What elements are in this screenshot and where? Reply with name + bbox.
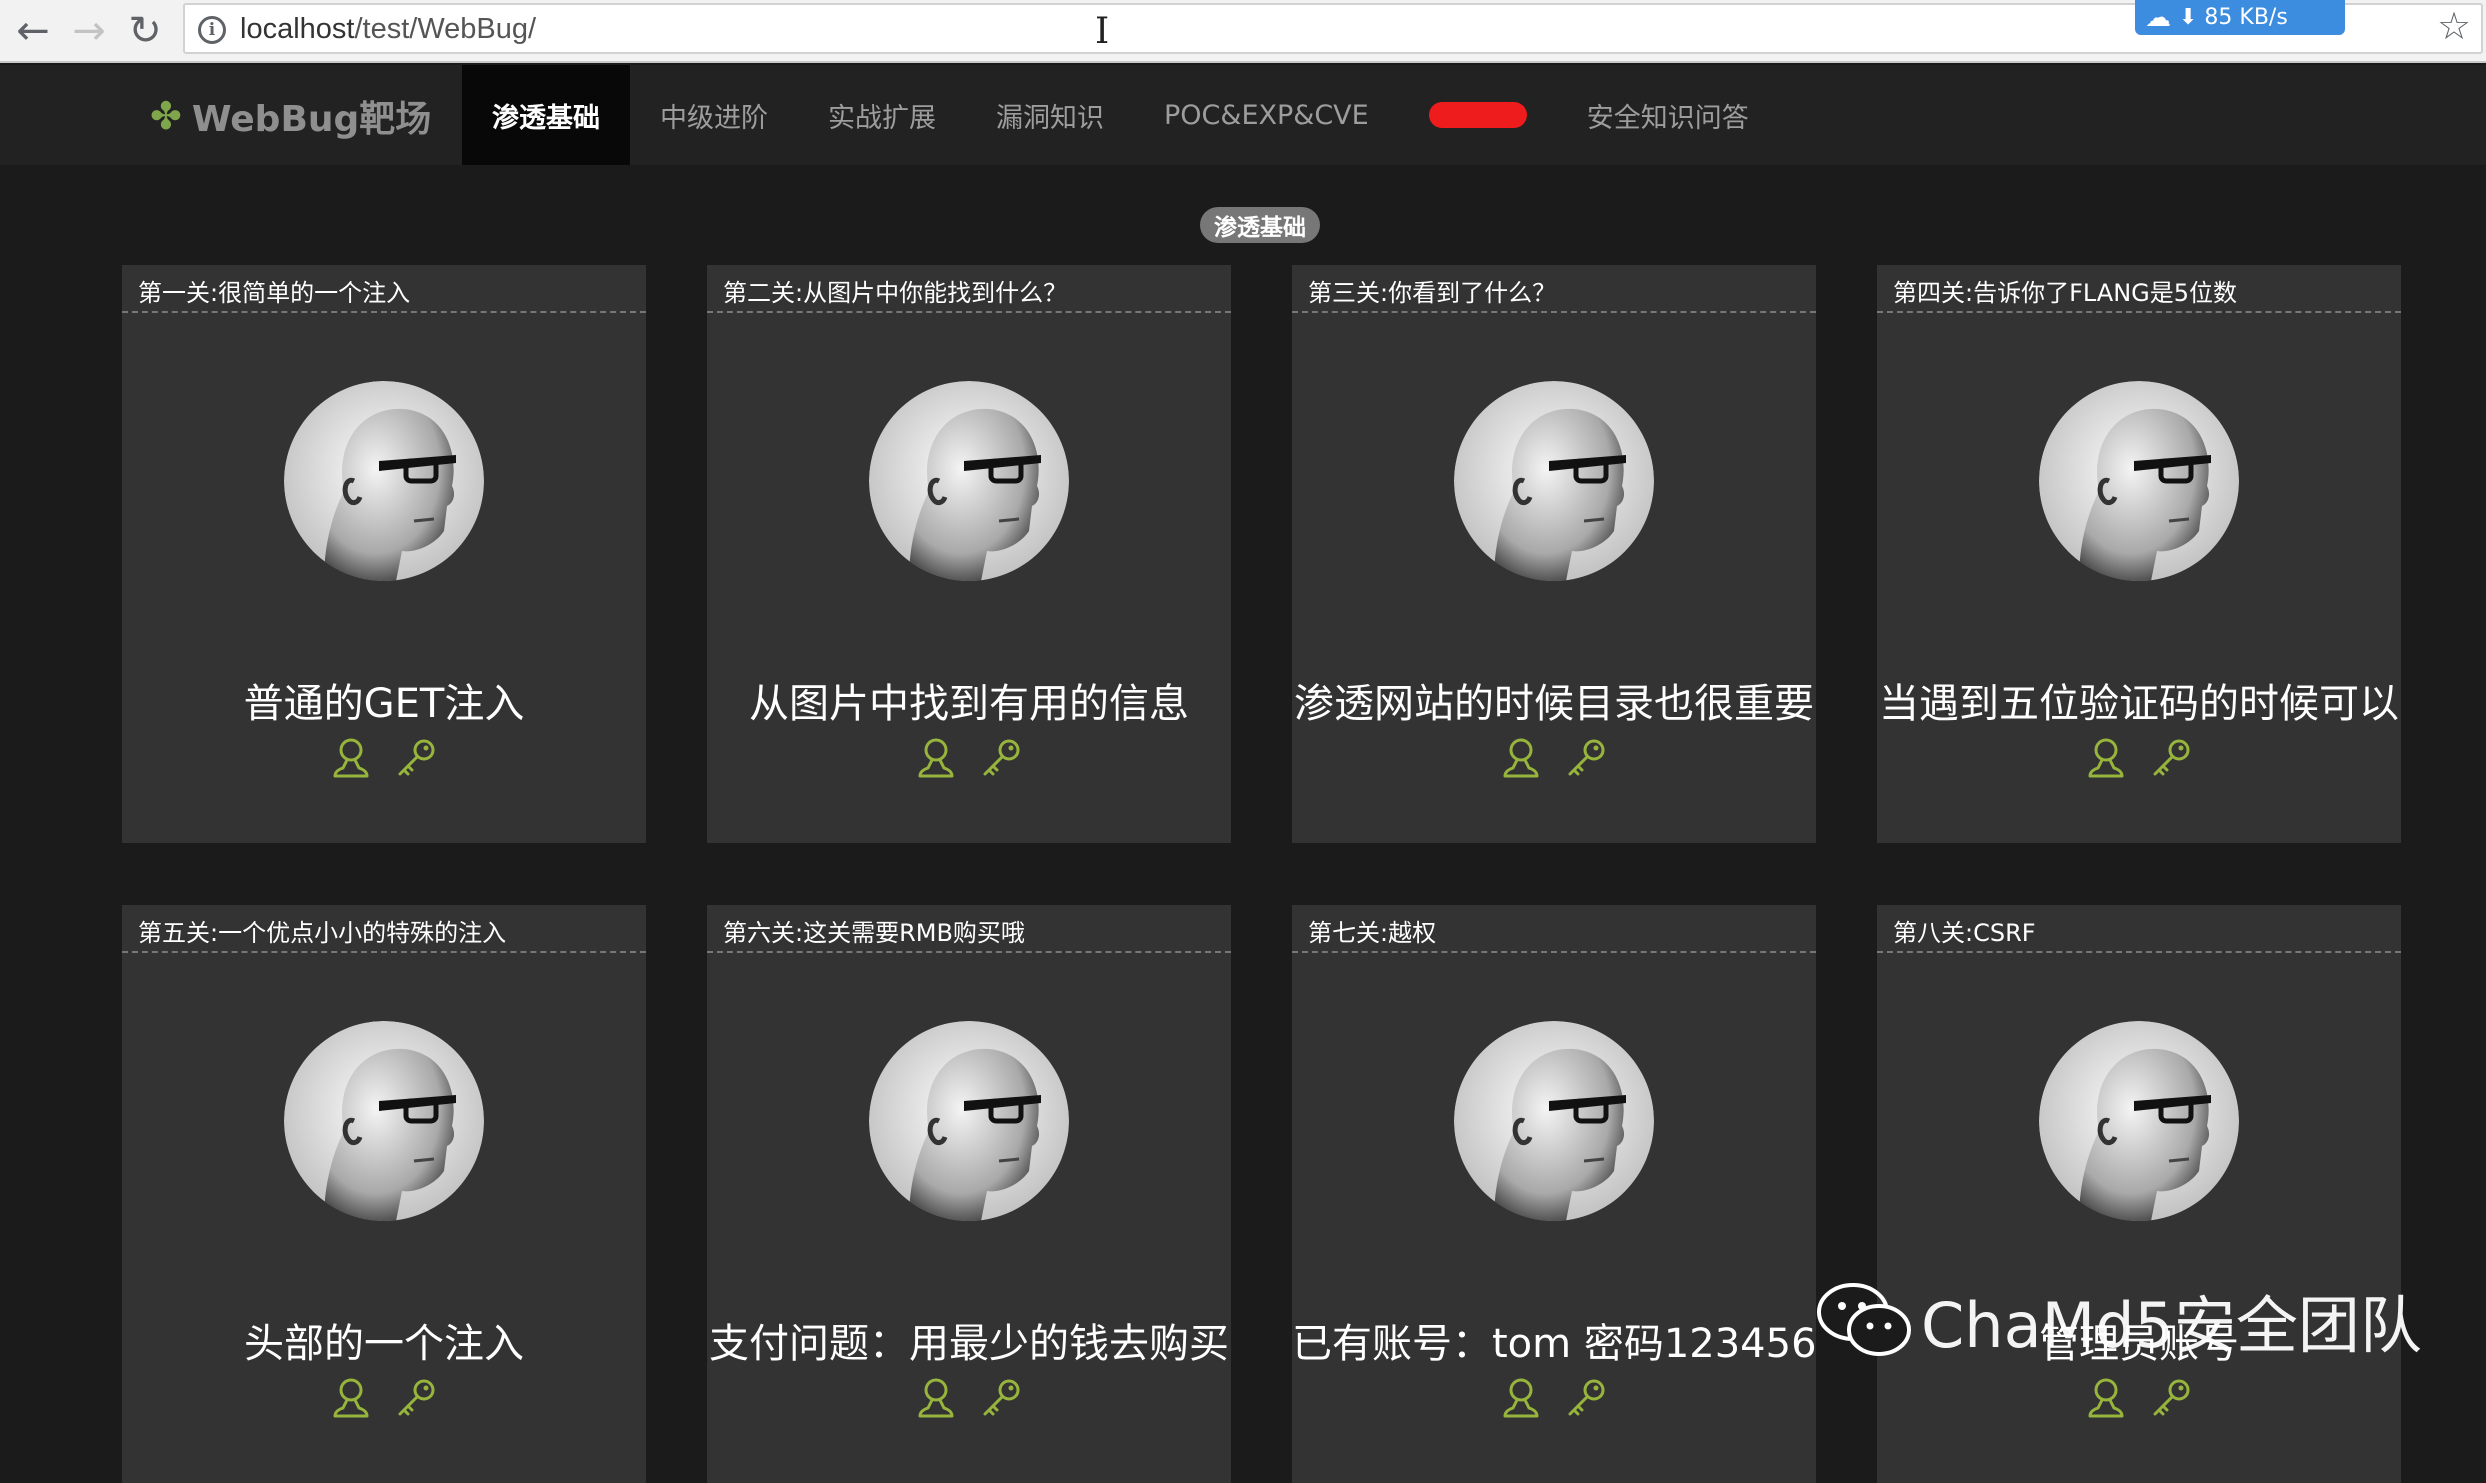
avatar xyxy=(284,1021,484,1221)
wechat-icon xyxy=(1817,1283,1911,1356)
user-icon[interactable] xyxy=(332,1378,370,1418)
card-header: 第八关:CSRF xyxy=(1877,905,2401,953)
site-navbar: ✤ WebBug靶场 渗透基础 中级进阶 实战扩展 漏洞知识 POC&EXP&C… xyxy=(0,65,2486,165)
key-icon[interactable] xyxy=(2151,1378,2191,1418)
user-icon[interactable] xyxy=(2087,738,2125,778)
level-card[interactable]: 第七关:越权 已有账号：tom 密码123456 xyxy=(1292,905,1816,1483)
watermark: ChaMd5安全团队 xyxy=(1815,1275,2422,1365)
card-header: 第一关:很简单的一个注入 xyxy=(122,265,646,313)
card-actions xyxy=(1292,1378,1816,1418)
download-speed: ⬇ 85 KB/s xyxy=(2179,5,2288,30)
forward-arrow-icon[interactable]: → xyxy=(64,6,114,56)
bug-logo-icon: ✤ xyxy=(150,94,182,138)
card-title[interactable]: 头部的一个注入 xyxy=(122,1311,646,1369)
avatar xyxy=(869,1021,1069,1221)
card-title[interactable]: 当遇到五位验证码的时候可以 xyxy=(1877,671,2401,729)
avatar xyxy=(2039,1021,2239,1221)
card-actions xyxy=(122,1378,646,1418)
info-icon[interactable]: i xyxy=(198,16,226,44)
key-icon[interactable] xyxy=(981,738,1021,778)
card-title[interactable]: 渗透网站的时候目录也很重要 xyxy=(1292,671,1816,729)
avatar xyxy=(869,381,1069,581)
card-header: 第七关:越权 xyxy=(1292,905,1816,953)
watermark-text: ChaMd5安全团队 xyxy=(1921,1289,2422,1362)
url-text[interactable]: localhost/test/WebBug/ xyxy=(240,13,536,46)
avatar xyxy=(2039,381,2239,581)
card-header: 第三关:你看到了什么？ xyxy=(1292,265,1816,313)
card-actions xyxy=(1877,1378,2401,1418)
level-card[interactable]: 第一关:很简单的一个注入 普通的GET注入 xyxy=(122,265,646,843)
card-actions xyxy=(122,738,646,778)
card-actions xyxy=(707,738,1231,778)
avatar xyxy=(1454,381,1654,581)
key-icon[interactable] xyxy=(1566,1378,1606,1418)
user-icon[interactable] xyxy=(917,738,955,778)
level-card[interactable]: 第六关:这关需要RMB购买哦 支付问题：用最少的钱去购买 xyxy=(707,905,1231,1483)
card-header: 第二关:从图片中你能找到什么？ xyxy=(707,265,1231,313)
section-badge: 渗透基础 xyxy=(1200,207,1320,243)
main-menu: 渗透基础 中级进阶 实战扩展 漏洞知识 POC&EXP&CVE 安全知识问答 xyxy=(462,65,1779,165)
menu-item-redacted[interactable] xyxy=(1399,65,1557,165)
text-cursor-icon: I xyxy=(1095,11,1110,52)
card-title[interactable]: 支付问题：用最少的钱去购买 xyxy=(707,1311,1231,1369)
card-title[interactable]: 已有账号：tom 密码123456 xyxy=(1292,1311,1816,1369)
back-arrow-icon[interactable]: ← xyxy=(8,6,58,56)
level-card[interactable]: 第四关:告诉你了FLANG是5位数 当遇到五位验证码的时候可以 xyxy=(1877,265,2401,843)
key-icon[interactable] xyxy=(981,1378,1021,1418)
card-actions xyxy=(707,1378,1231,1418)
user-icon[interactable] xyxy=(2087,1378,2125,1418)
level-card[interactable]: 第八关:CSRF 管理员账号 xyxy=(1877,905,2401,1483)
key-icon[interactable] xyxy=(396,1378,436,1418)
url-host: localhost xyxy=(240,13,355,45)
avatar xyxy=(284,381,484,581)
download-speed-widget[interactable]: ☁ ⬇ 85 KB/s xyxy=(2135,0,2345,35)
menu-item-vuln-knowledge[interactable]: 漏洞知识 xyxy=(966,65,1134,165)
user-icon[interactable] xyxy=(332,738,370,778)
level-card[interactable]: 第三关:你看到了什么？ 渗透网站的时候目录也很重要 xyxy=(1292,265,1816,843)
reload-icon[interactable]: ↻ xyxy=(120,6,170,56)
level-card[interactable]: 第五关:一个优点小小的特殊的注入 头部的一个注入 xyxy=(122,905,646,1483)
card-actions xyxy=(1292,738,1816,778)
key-icon[interactable] xyxy=(2151,738,2191,778)
level-card[interactable]: 第二关:从图片中你能找到什么？ 从图片中找到有用的信息 xyxy=(707,265,1231,843)
user-icon[interactable] xyxy=(1502,738,1540,778)
user-icon[interactable] xyxy=(1502,1378,1540,1418)
redaction-mark xyxy=(1428,102,1527,128)
brand-name: WebBug靶场 xyxy=(191,99,432,140)
card-title[interactable]: 普通的GET注入 xyxy=(122,671,646,729)
avatar xyxy=(1454,1021,1654,1221)
menu-item-security-qa[interactable]: 安全知识问答 xyxy=(1557,65,1779,165)
card-header: 第五关:一个优点小小的特殊的注入 xyxy=(122,905,646,953)
user-icon[interactable] xyxy=(917,1378,955,1418)
menu-item-poc-exp-cve[interactable]: POC&EXP&CVE xyxy=(1134,65,1399,165)
cloud-icon: ☁ xyxy=(2145,2,2171,33)
menu-item-practice[interactable]: 实战扩展 xyxy=(798,65,966,165)
menu-item-basics[interactable]: 渗透基础 xyxy=(462,65,630,165)
card-title[interactable]: 从图片中找到有用的信息 xyxy=(707,671,1231,729)
card-actions xyxy=(1877,738,2401,778)
url-path: /test/WebBug/ xyxy=(354,13,537,45)
key-icon[interactable] xyxy=(396,738,436,778)
browser-toolbar: ← → ↻ i localhost/test/WebBug/ I ☁ ⬇ 85 … xyxy=(0,0,2486,63)
card-header: 第四关:告诉你了FLANG是5位数 xyxy=(1877,265,2401,313)
card-header: 第六关:这关需要RMB购买哦 xyxy=(707,905,1231,953)
key-icon[interactable] xyxy=(1566,738,1606,778)
brand-link[interactable]: ✤ WebBug靶场 xyxy=(150,90,431,142)
bookmark-star-icon[interactable]: ☆ xyxy=(2437,4,2471,48)
menu-item-intermediate[interactable]: 中级进阶 xyxy=(630,65,798,165)
